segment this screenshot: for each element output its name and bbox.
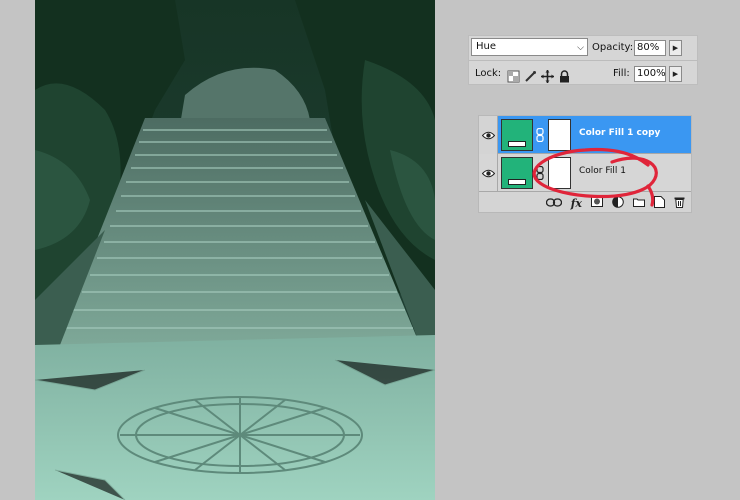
lock-all-icon[interactable]	[558, 68, 571, 82]
fx-icon[interactable]: fx	[571, 197, 582, 210]
trash-icon[interactable]	[674, 196, 685, 211]
layer-mask-thumbnail[interactable]	[548, 157, 571, 189]
blend-mode-value: Hue	[476, 41, 497, 52]
image-canvas[interactable]	[35, 0, 435, 500]
lock-transparent-pixels-icon[interactable]	[507, 68, 520, 82]
fill-adjustment-icon	[508, 179, 526, 185]
lock-position-icon[interactable]	[541, 68, 554, 83]
layers-toolbar: fx	[479, 194, 691, 212]
lock-label: Lock:	[475, 68, 502, 79]
divider	[469, 60, 697, 61]
layers-panel: Color Fill 1 copy Color Fill 1 fx	[478, 115, 692, 213]
layer-row-color-fill-1-copy[interactable]: Color Fill 1 copy	[479, 116, 691, 154]
chevron-down-icon: ⌵	[577, 43, 584, 53]
fill-adjustment-icon	[508, 141, 526, 147]
layer-thumbnail[interactable]	[501, 157, 533, 189]
new-layer-icon[interactable]	[654, 195, 665, 211]
layer-options-panel: Hue ⌵ Opacity: 80% ▶ Lock: Fill: 100% ▶	[468, 35, 698, 85]
visibility-toggle[interactable]	[479, 116, 498, 154]
layer-mask-thumbnail[interactable]	[548, 119, 571, 151]
lock-image-pixels-icon[interactable]	[524, 68, 537, 82]
eye-icon	[481, 131, 495, 139]
fill-label: Fill:	[613, 68, 630, 79]
layer-row-color-fill-1[interactable]: Color Fill 1	[479, 154, 691, 192]
stair-photo	[35, 0, 435, 500]
layer-thumbnail[interactable]	[501, 119, 533, 151]
link-chain-icon[interactable]	[536, 166, 544, 180]
fill-field[interactable]: 100%	[634, 66, 666, 82]
link-layers-icon[interactable]	[545, 197, 562, 210]
link-chain-icon[interactable]	[536, 128, 544, 142]
opacity-label: Opacity:	[592, 42, 634, 53]
layer-name[interactable]: Color Fill 1 copy	[579, 128, 660, 138]
eye-icon	[481, 169, 495, 177]
blend-mode-select[interactable]: Hue ⌵	[471, 38, 588, 56]
fill-slider-arrow-icon[interactable]: ▶	[669, 66, 682, 82]
opacity-slider-arrow-icon[interactable]: ▶	[669, 40, 682, 56]
add-mask-icon[interactable]	[591, 196, 603, 210]
opacity-field[interactable]: 80%	[634, 40, 666, 56]
lock-icons-group	[507, 67, 571, 83]
new-group-icon[interactable]	[633, 197, 645, 210]
layer-name[interactable]: Color Fill 1	[579, 166, 626, 176]
visibility-toggle[interactable]	[479, 154, 498, 192]
adjustment-layer-icon[interactable]	[612, 195, 624, 211]
